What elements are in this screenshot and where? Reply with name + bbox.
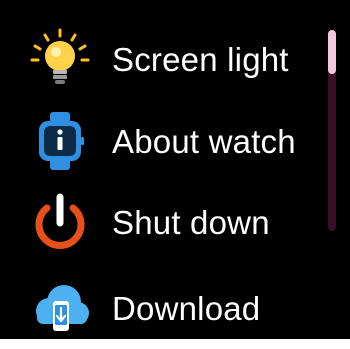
menu-item-label: Screen light <box>112 40 289 78</box>
cloud-download-icon <box>27 275 93 339</box>
menu-item-label: Download <box>112 289 261 327</box>
watch-screen: Screen light About watch Shut down Downl… <box>0 0 350 339</box>
scrollbar-thumb[interactable] <box>328 30 336 74</box>
menu-item-download[interactable]: Download <box>0 273 320 339</box>
lightbulb-icon <box>27 26 93 92</box>
power-icon <box>27 189 93 255</box>
scrollbar[interactable] <box>328 30 336 231</box>
menu-item-shut-down[interactable]: Shut down <box>0 187 320 257</box>
menu-item-label: About watch <box>112 122 296 160</box>
menu-item-about-watch[interactable]: About watch <box>0 106 320 176</box>
watch-info-icon <box>27 108 93 174</box>
menu-item-label: Shut down <box>112 203 270 241</box>
menu-item-screen-light[interactable]: Screen light <box>0 24 320 94</box>
